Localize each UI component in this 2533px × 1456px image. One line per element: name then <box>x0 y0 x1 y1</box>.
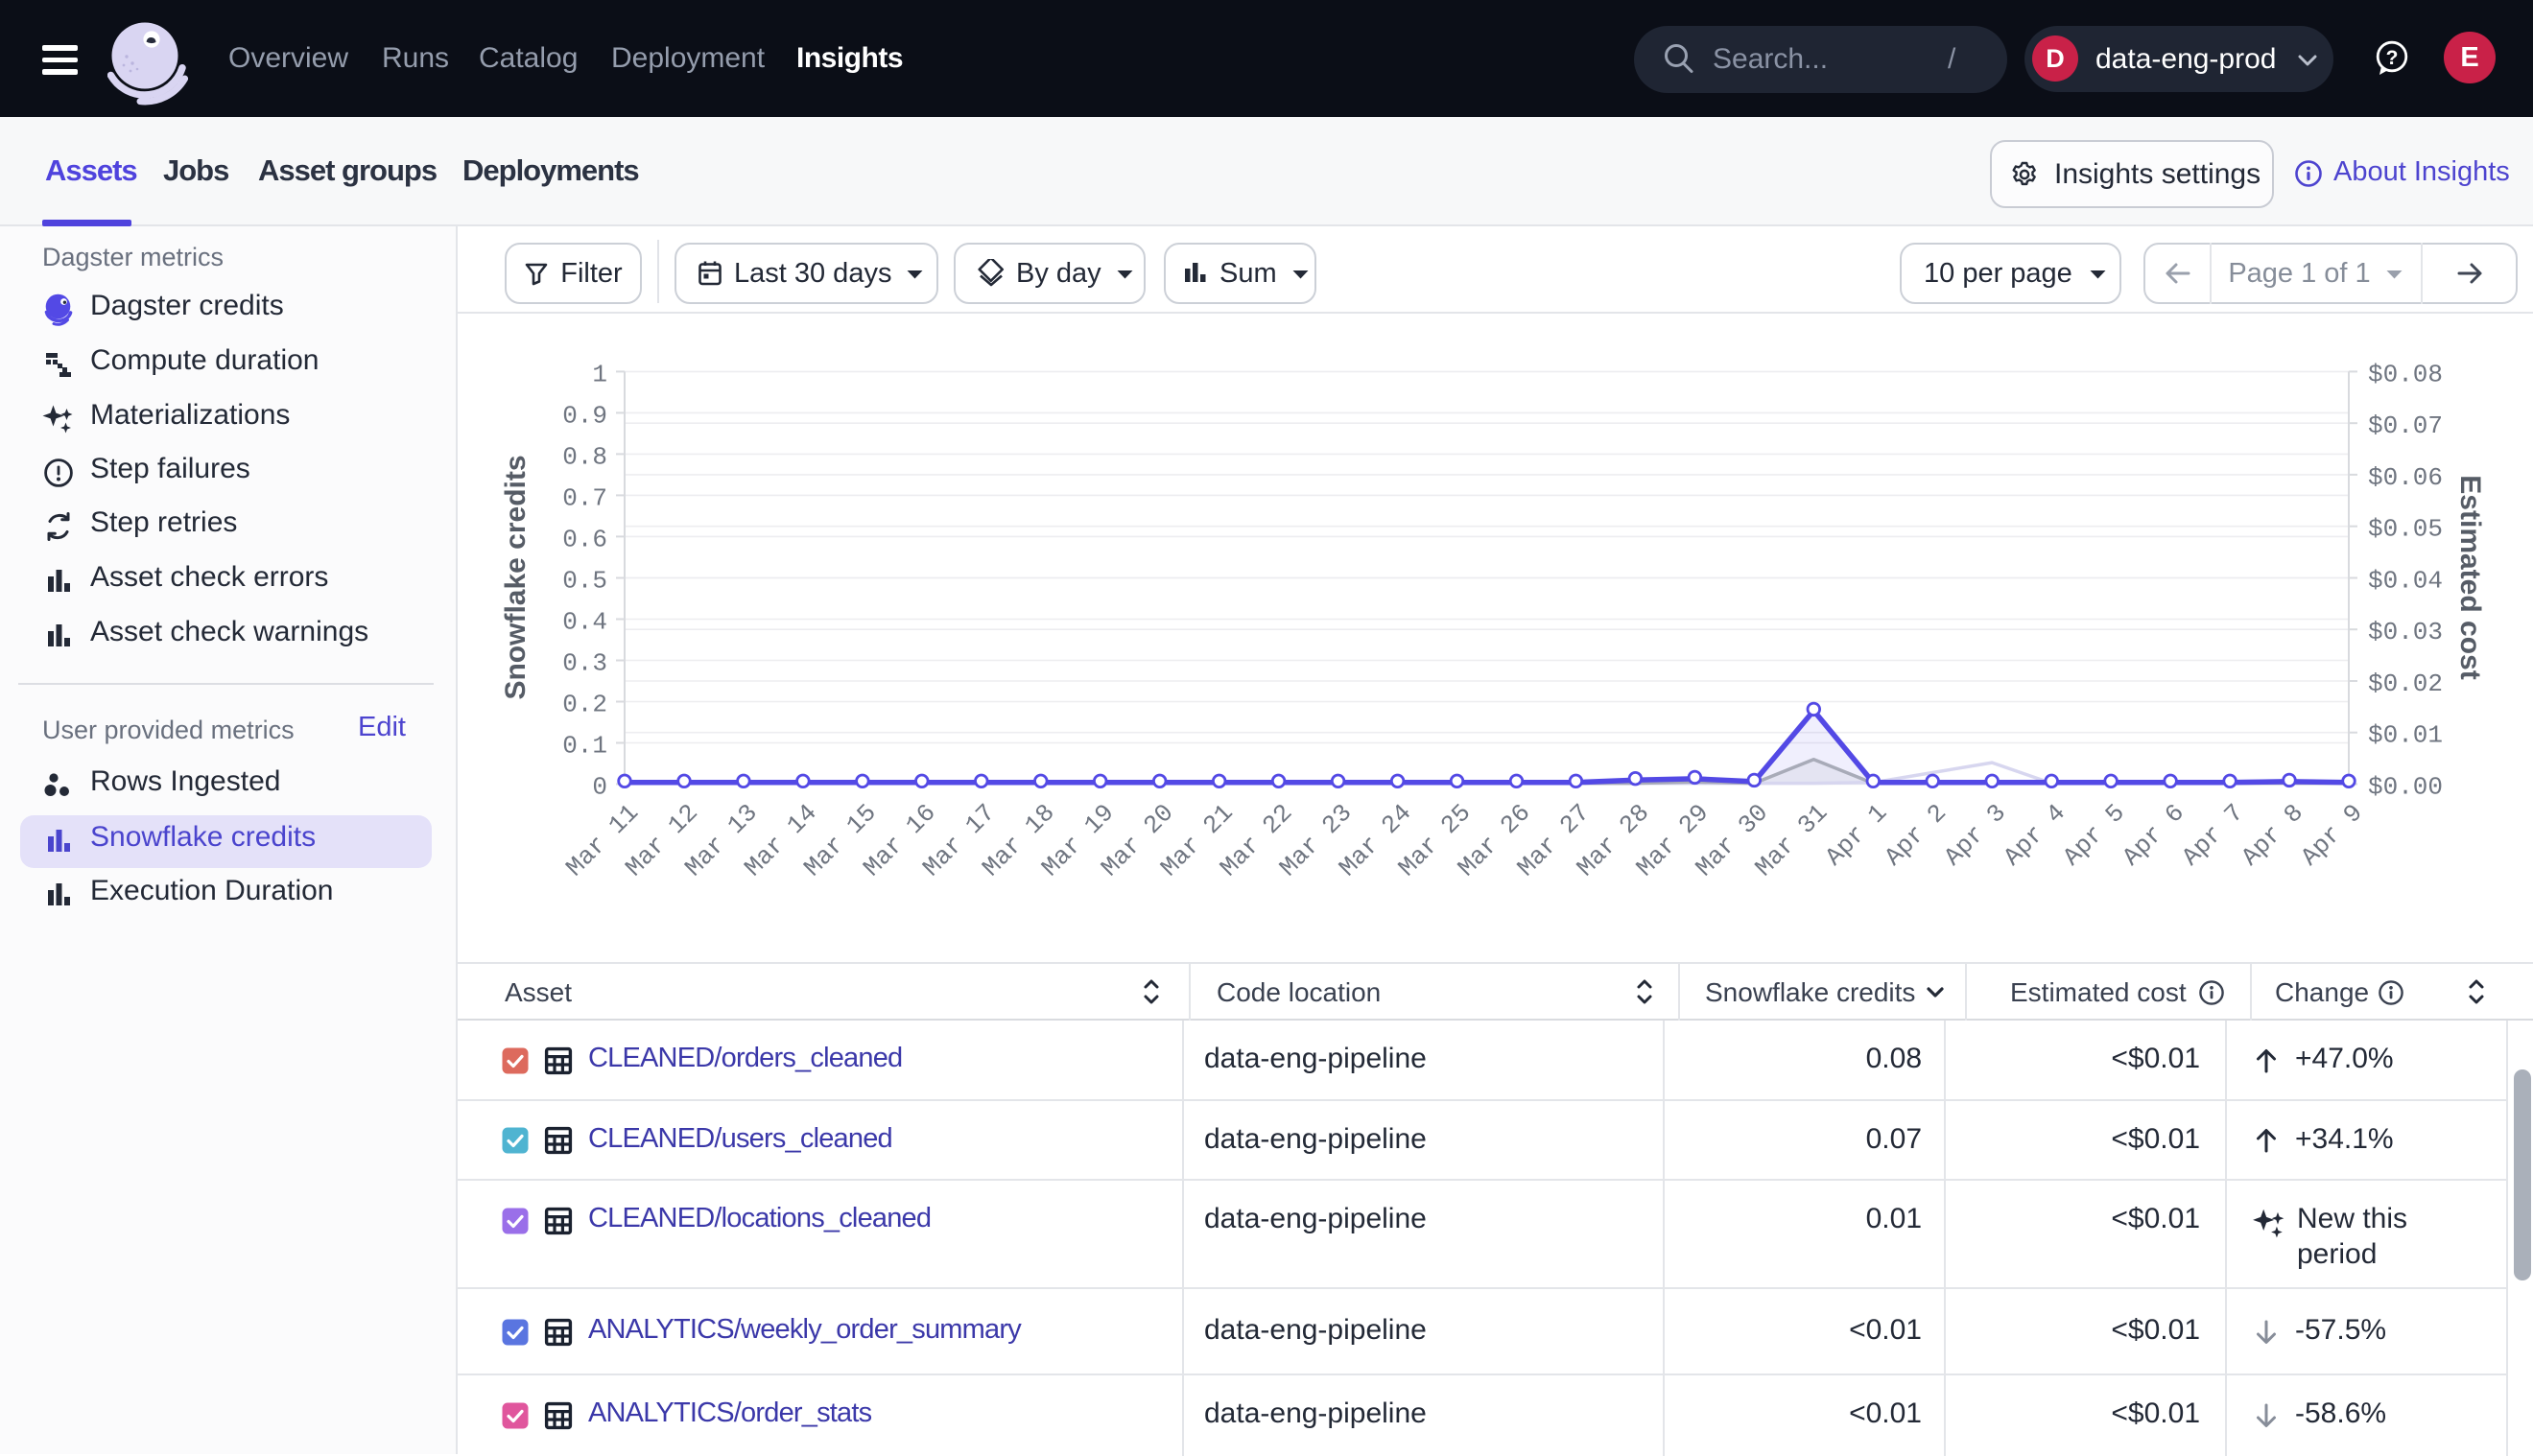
svg-text:0.1: 0.1 <box>562 732 607 761</box>
svg-text:$0.01: $0.01 <box>2368 721 2443 750</box>
svg-text:1: 1 <box>592 360 607 388</box>
svg-text:Apr 5: Apr 5 <box>2057 798 2130 871</box>
svg-text:0.9: 0.9 <box>562 401 607 430</box>
svg-text:$0.00: $0.00 <box>2368 773 2443 802</box>
svg-text:0.8: 0.8 <box>562 442 607 471</box>
svg-text:0: 0 <box>592 773 607 802</box>
svg-text:Snowflake credits: Snowflake credits <box>500 455 532 699</box>
svg-text:Apr 6: Apr 6 <box>2117 798 2190 871</box>
svg-text:0.5: 0.5 <box>562 567 607 596</box>
svg-text:$0.05: $0.05 <box>2368 515 2443 544</box>
svg-text:Apr 8: Apr 8 <box>2236 798 2308 871</box>
svg-text:Apr 4: Apr 4 <box>1998 798 2071 871</box>
svg-text:0.3: 0.3 <box>562 649 607 678</box>
svg-text:Apr 9: Apr 9 <box>2295 798 2368 871</box>
svg-text:$0.06: $0.06 <box>2368 463 2443 492</box>
svg-text:$0.07: $0.07 <box>2368 411 2443 440</box>
svg-text:0.6: 0.6 <box>562 525 607 553</box>
svg-text:0.2: 0.2 <box>562 691 607 719</box>
svg-text:$0.04: $0.04 <box>2368 567 2443 596</box>
svg-text:Apr 7: Apr 7 <box>2176 798 2249 871</box>
svg-text:$0.02: $0.02 <box>2368 669 2443 698</box>
svg-text:Apr 2: Apr 2 <box>1879 798 1952 871</box>
svg-text:Estimated cost: Estimated cost <box>2454 475 2486 679</box>
svg-text:Apr 3: Apr 3 <box>1938 798 2011 871</box>
svg-text:$0.03: $0.03 <box>2368 618 2443 646</box>
svg-text:$0.08: $0.08 <box>2368 360 2443 388</box>
svg-text:?: ? <box>2386 47 2399 69</box>
svg-text:Apr 1: Apr 1 <box>1820 798 1893 871</box>
svg-text:0.4: 0.4 <box>562 608 607 637</box>
svg-text:0.7: 0.7 <box>562 483 607 512</box>
